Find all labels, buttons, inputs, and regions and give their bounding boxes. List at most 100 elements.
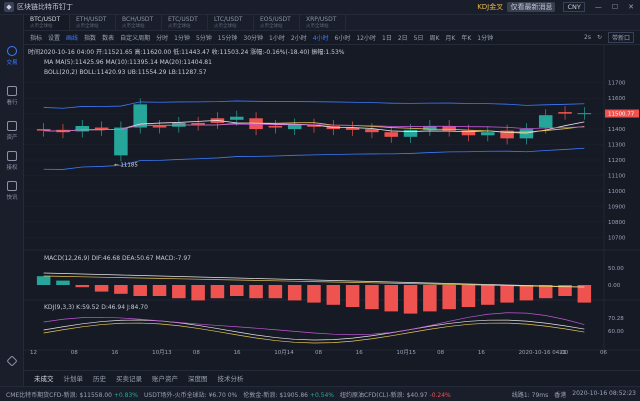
maximize-button[interactable]: ☐ <box>612 3 618 11</box>
candle <box>230 116 244 120</box>
tab-trades[interactable]: 买卖记录 <box>116 373 142 383</box>
period-10[interactable]: 1日 <box>382 33 392 42</box>
macd-bar <box>519 285 534 301</box>
candle <box>114 127 128 156</box>
macd-bar <box>133 285 147 296</box>
custom-period-button[interactable]: 自定义周期 <box>120 33 150 42</box>
period-15[interactable]: 年K <box>461 33 471 42</box>
tab-eos-usdt[interactable]: EOS/USDT 火币全球站 <box>254 15 300 30</box>
period-16[interactable]: 1分钟 <box>477 33 493 42</box>
kline-chart-svg[interactable]: 1170011600115001140011300112001110011000… <box>24 45 640 356</box>
sidebar-item-settings[interactable] <box>0 355 24 367</box>
macd-bar <box>152 285 167 296</box>
period-8[interactable]: 6小时 <box>335 33 351 42</box>
kdj-info: KDJ(9,3,3) K:59.52 D:46.94 J:84.70 <box>44 304 148 311</box>
macd-bar <box>287 285 302 301</box>
source-select[interactable]: 带新口 <box>607 32 634 43</box>
period-7[interactable]: 4小时 <box>313 33 329 42</box>
x-tick-label: 10月14 <box>274 349 294 356</box>
x-tick-label: 06 <box>600 350 607 356</box>
macd-bar <box>326 285 341 305</box>
status-item[interactable]: USDT场外-火币全球站: ¥6.70 0% <box>144 390 237 399</box>
tab-depth[interactable]: 深度图 <box>188 373 208 383</box>
macd-bar <box>94 285 109 292</box>
sidebar-item-trade[interactable]: 交易 <box>0 46 24 66</box>
x-tick-label: 16 <box>234 350 241 356</box>
macd-bar <box>345 285 360 307</box>
status-item[interactable]: 纽约原油CFD(CL)-新浪: $40.97 -0.24% <box>340 390 451 399</box>
y-tick-label: 11700 <box>608 81 626 87</box>
period-14[interactable]: 月K <box>445 33 455 42</box>
close-button[interactable]: ✕ <box>628 3 634 11</box>
tab-etc-usdt[interactable]: ETC/USDT 火币全球站 <box>162 15 208 30</box>
period-4[interactable]: 30分钟 <box>243 33 263 42</box>
bottom-tabs: 未成交 计划单 历史 买卖记录 账户资产 深度图 技术分析 <box>24 370 640 384</box>
macd-bar <box>442 285 456 310</box>
macd-bar <box>500 285 514 303</box>
status-item[interactable]: CME比特币期货CFD-新浪: $11558.00 +0.83% <box>6 390 138 399</box>
kdj-axis-label: 70.28 <box>608 316 624 322</box>
period-9[interactable]: 12小时 <box>356 33 376 42</box>
candle <box>577 113 592 115</box>
status-bar: CME比特币期货CFD-新浪: $11558.00 +0.83% USDT场外-… <box>0 386 640 401</box>
period-5[interactable]: 1小时 <box>269 33 285 42</box>
x-tick-label: 10月13 <box>152 349 172 356</box>
candle <box>365 129 379 133</box>
news-ticker[interactable]: KDJ金叉 仅看最新消息 <box>477 2 556 12</box>
symbol-tabs: BTC/USDT 火币全球站 ETH/USDT 火币全球站 BCH/USDT 火币全球… <box>24 15 640 31</box>
tab-assets[interactable]: 账户资产 <box>152 373 178 383</box>
x-tick-label: 16 <box>478 350 485 356</box>
sidebar-item-news[interactable]: 快讯 <box>0 181 24 201</box>
chart-toolbar: 指标 设置 画线 指数 数表 自定义周期 分时 1分钟 5分钟 15分钟 30分… <box>24 31 640 45</box>
period-13[interactable]: 周K <box>429 33 439 42</box>
app-logo-icon: ◆ <box>4 2 14 12</box>
sidebar-item-market[interactable]: 看行 <box>0 86 24 106</box>
macd-bar <box>75 285 90 288</box>
refresh-interval[interactable]: 2s <box>584 34 591 41</box>
candle <box>152 126 167 128</box>
tab-plan-orders[interactable]: 计划单 <box>64 373 84 383</box>
status-item[interactable]: 伦敦金-新浪: $1905.86 +0.54% <box>243 390 334 399</box>
index-button[interactable]: 指数 <box>84 33 96 42</box>
candle <box>403 129 418 137</box>
currency-select[interactable]: CNY <box>563 2 585 12</box>
app-window: ◆ 区块链比特币钉丁 KDJ金叉 仅看最新消息 CNY — ☐ ✕ 交易 看行 … <box>0 0 640 401</box>
macd-axis-label: 0.00 <box>608 283 621 289</box>
macd-bar <box>384 285 398 312</box>
tab-analysis[interactable]: 技术分析 <box>218 373 244 383</box>
tab-ltc-usdt[interactable]: LTC/USDT 火币全球站 <box>208 15 254 30</box>
tab-xrp-usdt[interactable]: XRP/USDT 火币全球站 <box>300 15 346 30</box>
refresh-icon[interactable]: ↻ <box>597 34 602 41</box>
market-icon <box>7 86 17 96</box>
sidebar-item-assets[interactable]: 资产 <box>0 121 24 141</box>
data-table-button[interactable]: 数表 <box>102 33 114 42</box>
indicator-button[interactable]: 指标 <box>30 33 42 42</box>
macd-bar <box>423 285 437 312</box>
minimize-button[interactable]: — <box>595 3 602 11</box>
y-tick-label: 10700 <box>608 235 626 241</box>
period-0[interactable]: 分时 <box>156 33 168 42</box>
tab-bch-usdt[interactable]: BCH/USDT 火币全球站 <box>116 15 162 30</box>
x-tick-label: 10月15 <box>396 349 416 356</box>
period-3[interactable]: 15分钟 <box>218 33 238 42</box>
sidebar-item-auth[interactable]: 接权 <box>0 151 24 171</box>
draw-line-button[interactable]: 画线 <box>66 33 78 42</box>
tab-open-orders[interactable]: 未成交 <box>34 373 54 383</box>
period-12[interactable]: 5日 <box>414 33 424 42</box>
settings-button[interactable]: 设置 <box>48 33 60 42</box>
chart-area[interactable]: 1170011600115001140011300112001110011000… <box>24 45 640 356</box>
period-6[interactable]: 2小时 <box>291 33 307 42</box>
macd-bar <box>249 285 263 299</box>
tab-history[interactable]: 历史 <box>93 373 106 383</box>
tab-btc-usdt[interactable]: BTC/USDT 火币全球站 <box>24 15 70 30</box>
ticker-badge[interactable]: 仅看最新消息 <box>507 2 556 12</box>
period-2[interactable]: 5分钟 <box>196 33 212 42</box>
candle <box>558 112 572 114</box>
tab-eth-usdt[interactable]: ETH/USDT 火币全球站 <box>70 15 116 30</box>
period-1[interactable]: 1分钟 <box>174 33 190 42</box>
x-tick-label: 21 <box>559 350 566 356</box>
macd-bar <box>172 285 186 299</box>
period-11[interactable]: 2日 <box>398 33 408 42</box>
macd-bar <box>268 285 283 299</box>
candle <box>538 115 553 128</box>
